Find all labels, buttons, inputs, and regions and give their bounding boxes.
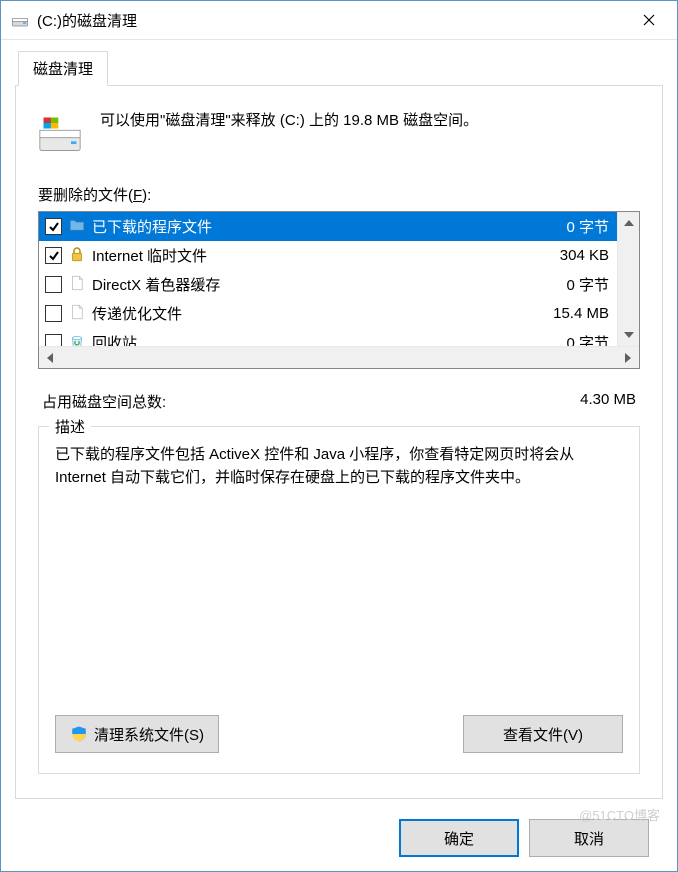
- file-icon: [68, 274, 86, 296]
- cancel-button[interactable]: 取消: [529, 819, 649, 857]
- folder-icon: [68, 216, 86, 238]
- vertical-scrollbar[interactable]: [617, 212, 639, 346]
- file-name: Internet 临时文件: [92, 245, 519, 266]
- total-value: 4.30 MB: [580, 391, 636, 412]
- ok-button[interactable]: 确定: [399, 819, 519, 857]
- file-size: 0 字节: [519, 216, 609, 237]
- total-label: 占用磁盘空间总数:: [42, 391, 166, 412]
- file-name: 回收站: [92, 332, 519, 346]
- description-fieldset: 描述 已下载的程序文件包括 ActiveX 控件和 Java 小程序，你查看特定…: [38, 426, 640, 774]
- description-legend: 描述: [49, 416, 91, 437]
- scroll-up-button[interactable]: [618, 212, 639, 234]
- file-size: 304 KB: [519, 247, 609, 264]
- close-icon: [643, 14, 655, 26]
- file-icon: [68, 303, 86, 325]
- scroll-left-button[interactable]: [39, 347, 61, 368]
- horizontal-scrollbar[interactable]: [39, 346, 639, 368]
- checkbox[interactable]: [45, 334, 62, 346]
- list-item[interactable]: 回收站0 字节: [39, 328, 617, 346]
- file-size: 0 字节: [519, 274, 609, 295]
- file-name: 已下载的程序文件: [92, 216, 519, 237]
- file-size: 15.4 MB: [519, 305, 609, 322]
- checkbox[interactable]: [45, 218, 62, 235]
- file-list: 已下载的程序文件0 字节Internet 临时文件304 KBDirectX 着…: [38, 211, 640, 369]
- scroll-down-button[interactable]: [618, 324, 639, 346]
- disk-cleanup-icon: [11, 11, 29, 29]
- view-files-button[interactable]: 查看文件(V): [463, 715, 623, 753]
- clean-system-files-button[interactable]: 清理系统文件(S): [55, 715, 219, 753]
- scroll-right-button[interactable]: [617, 347, 639, 368]
- close-button[interactable]: [623, 1, 675, 39]
- drive-icon: [38, 112, 82, 156]
- list-item[interactable]: DirectX 着色器缓存0 字节: [39, 270, 617, 299]
- checkbox[interactable]: [45, 247, 62, 264]
- tab-strip: 磁盘清理: [15, 52, 663, 86]
- file-name: 传递优化文件: [92, 303, 519, 324]
- dialog-footer: 确定 取消: [15, 799, 663, 871]
- window-title: (C:)的磁盘清理: [37, 10, 623, 31]
- intro-section: 可以使用"磁盘清理"来释放 (C:) 上的 19.8 MB 磁盘空间。: [38, 108, 640, 156]
- checkbox[interactable]: [45, 276, 62, 293]
- scroll-track-h[interactable]: [61, 347, 617, 368]
- titlebar: (C:)的磁盘清理: [1, 1, 677, 40]
- lock-icon: [68, 245, 86, 267]
- checkbox[interactable]: [45, 305, 62, 322]
- shield-icon: [70, 725, 88, 743]
- list-item[interactable]: 传递优化文件15.4 MB: [39, 299, 617, 328]
- recycle-icon: [68, 332, 86, 347]
- description-text: 已下载的程序文件包括 ActiveX 控件和 Java 小程序，你查看特定网页时…: [55, 443, 623, 490]
- total-row: 占用磁盘空间总数: 4.30 MB: [42, 391, 636, 412]
- file-size: 0 字节: [519, 332, 609, 346]
- files-to-delete-label: 要删除的文件(F):: [38, 184, 640, 205]
- tab-disk-cleanup[interactable]: 磁盘清理: [18, 51, 108, 86]
- list-item[interactable]: Internet 临时文件304 KB: [39, 241, 617, 270]
- file-name: DirectX 着色器缓存: [92, 274, 519, 295]
- scroll-track[interactable]: [618, 234, 639, 324]
- intro-text: 可以使用"磁盘清理"来释放 (C:) 上的 19.8 MB 磁盘空间。: [100, 108, 478, 133]
- list-item[interactable]: 已下载的程序文件0 字节: [39, 212, 617, 241]
